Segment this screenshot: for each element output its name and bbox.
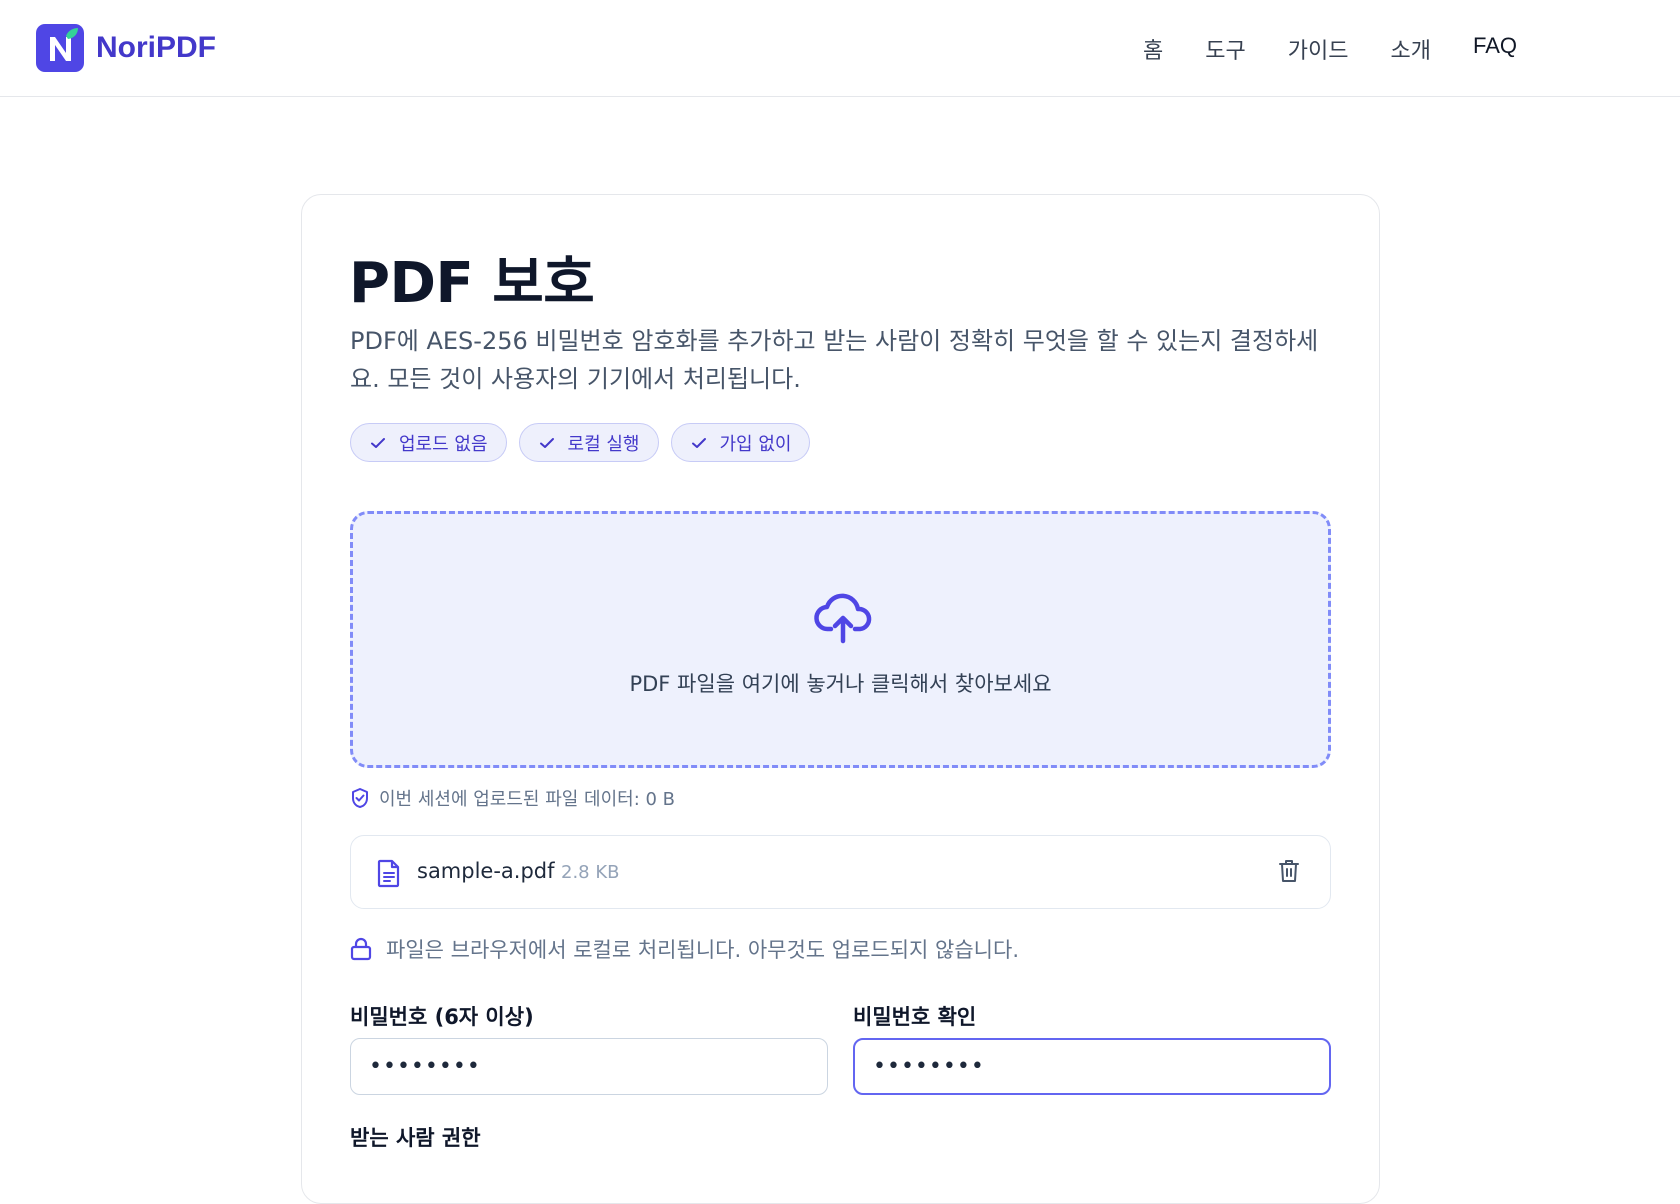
file-name: sample-a.pdf	[417, 859, 555, 883]
lock-icon	[350, 937, 372, 961]
shield-check-icon	[352, 788, 368, 808]
main-nav: 홈 도구 가이드 소개 FAQ	[1101, 33, 1517, 65]
local-note-text: 파일은 브라우저에서 로컬로 처리됩니다. 아무것도 업로드되지 않습니다.	[386, 938, 1019, 962]
local-processing-note: 파일은 브라우저에서 로컬로 처리됩니다. 아무것도 업로드되지 않습니다.	[350, 934, 1019, 964]
brand-logo[interactable]: NoriPDF	[36, 24, 216, 72]
nav-faq[interactable]: FAQ	[1473, 33, 1517, 65]
nav-tools[interactable]: 도구	[1205, 33, 1245, 65]
nav-guide[interactable]: 가이드	[1288, 33, 1349, 65]
feature-chips: 업로드 없음 로컬 실행 가입 없이	[350, 423, 822, 462]
pdf-dropzone[interactable]: PDF 파일을 여기에 놓거나 클릭해서 찾아보세요	[350, 511, 1331, 768]
chip-label: 로컬 실행	[567, 433, 640, 455]
password-input[interactable]	[350, 1038, 828, 1095]
logo-icon	[36, 24, 84, 72]
password-label: 비밀번호 (6자 이상)	[350, 1005, 534, 1029]
confirm-password-label: 비밀번호 확인	[853, 1005, 977, 1029]
file-text-icon	[377, 859, 400, 888]
chip-label: 업로드 없음	[399, 433, 488, 455]
trash-icon[interactable]	[1278, 858, 1300, 884]
page-title: PDF 보호	[349, 251, 595, 316]
nav-home[interactable]: 홈	[1143, 33, 1163, 65]
top-header: NoriPDF 홈 도구 가이드 소개 FAQ	[0, 0, 1680, 97]
nav-about[interactable]: 소개	[1391, 33, 1431, 65]
chip-local: 로컬 실행	[518, 423, 659, 462]
chip-label: 가입 없이	[719, 433, 792, 455]
cloud-upload-icon	[814, 593, 872, 644]
file-size: 2.8 KB	[561, 862, 620, 883]
session-note-text: 이번 세션에 업로드된 파일 데이터: 0 B	[379, 789, 676, 810]
permissions-label: 받는 사람 권한	[350, 1126, 481, 1150]
confirm-password-input[interactable]	[853, 1038, 1331, 1095]
file-item: sample-a.pdf 2.8 KB	[350, 835, 1331, 909]
check-icon	[691, 437, 706, 448]
page-description: PDF에 AES-256 비밀번호 암호화를 추가하고 받는 사람이 정확히 무…	[350, 327, 1319, 393]
check-icon	[371, 437, 385, 448]
brand-name: NoriPDF	[96, 31, 216, 64]
chip-no-upload: 업로드 없음	[350, 423, 507, 462]
check-icon	[539, 437, 554, 448]
session-note: 이번 세션에 업로드된 파일 데이터: 0 B	[350, 785, 675, 811]
chip-no-signup: 가입 없이	[670, 423, 811, 462]
dropzone-text: PDF 파일을 여기에 놓거나 클릭해서 찾아보세요	[629, 672, 1052, 696]
